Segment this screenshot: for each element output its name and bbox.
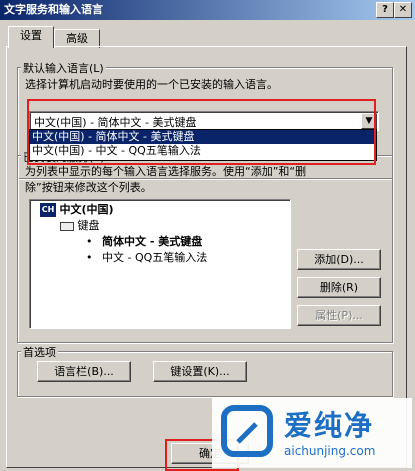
dropdown-option-us-keyboard[interactable]: 中文(中国) - 简体中文 - 美式键盘 [30,130,376,144]
tree-keyboard-node[interactable]: 键盘 [60,218,100,234]
tree-keyboard-label: 键盘 [77,219,100,232]
key-settings-button[interactable]: 键设置(K)... [153,361,247,382]
title-bar[interactable]: 文字服务和输入语言 ? ✕ [0,0,415,20]
bullet-icon: • [86,251,93,264]
combo-selected-value: 中文(中国) - 简体中文 - 美式键盘 [34,116,197,129]
window-title: 文字服务和输入语言 [4,3,103,16]
default-language-combo[interactable]: 中文(中国) - 简体中文 - 美式键盘 ▼ [29,111,379,131]
services-description-line1: 为列表中显示的每个输入语言选择服务。使用“添加”和“删 [25,165,307,178]
language-icon: CH [40,203,56,217]
tree-item-qq-wubi[interactable]: • 中文 - QQ五笔输入法 [86,250,207,266]
default-language-description: 选择计算机启动时要使用的一个已安装的输入语言。 [25,78,278,91]
remove-button[interactable]: 删除(R) [297,277,381,298]
chevron-down-icon[interactable]: ▼ [361,113,377,129]
tree-item-label: 中文 - QQ五笔输入法 [102,251,208,264]
tree-item-label: 简体中文 - 美式键盘 [102,235,203,248]
tree-item-us-keyboard[interactable]: • 简体中文 - 美式键盘 [86,234,202,250]
services-tree-view[interactable]: CH 中文(中国) 键盘 • 简体中文 - 美式键盘 • 中文 - QQ五笔输入… [29,199,291,329]
keyboard-icon [60,221,74,231]
tab-settings[interactable]: 设置 [8,26,54,48]
help-button[interactable]: ? [376,2,394,18]
services-description-line2: 除”按钮来修改这个列表。 [25,181,152,194]
brand-name: 爱纯净 [284,409,375,442]
default-language-label: 默认输入语言(L) [21,60,106,76]
close-button[interactable]: ✕ [394,2,412,18]
tree-language-node[interactable]: CH 中文(中国) [40,202,114,218]
properties-button[interactable]: 属性(P)... [297,305,381,326]
language-dropdown-list[interactable]: 中文(中国) - 简体中文 - 美式键盘 中文(中国) - 中文 - QQ五笔输… [29,129,377,161]
brand-logo-icon [221,405,273,457]
add-button[interactable]: 添加(D)... [297,249,381,270]
brand-url: aichunjing.com [284,444,376,458]
preferences-label: 首选项 [21,344,58,360]
dropdown-option-qq-wubi[interactable]: 中文(中国) - 中文 - QQ五笔输入法 [30,144,376,158]
language-bar-button[interactable]: 语言栏(B)... [37,361,131,382]
tree-language-label: 中文(中国) [59,203,114,216]
bullet-icon: • [86,235,93,248]
watermark-logo: 爱纯净 aichunjing.com [212,398,412,468]
